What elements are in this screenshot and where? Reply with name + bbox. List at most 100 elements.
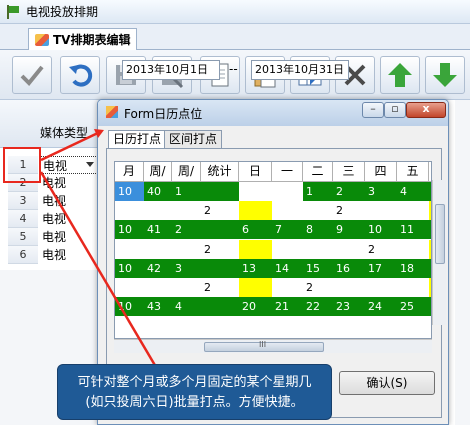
calendar-cell[interactable] — [397, 278, 429, 297]
calendar-cell[interactable] — [333, 239, 365, 259]
calendar-cell[interactable]: 23 — [333, 297, 365, 317]
calendar-cell[interactable]: 15 — [303, 258, 333, 278]
calendar-cell[interactable]: 2 — [365, 239, 397, 259]
calendar-cell[interactable]: 14 — [272, 258, 303, 278]
calendar-cell[interactable]: 25 — [397, 297, 429, 317]
dropdown-arrow-icon[interactable] — [86, 162, 94, 167]
end-date-input[interactable]: 2013年10月31日 — [251, 60, 349, 80]
calendar-cell[interactable] — [115, 278, 144, 297]
calendar-cell[interactable]: 40 — [144, 182, 172, 201]
calendar-cell[interactable]: 10 — [365, 220, 397, 240]
calendar-cell[interactable] — [333, 278, 365, 297]
calendar-cell[interactable] — [201, 220, 239, 240]
calendar-cell[interactable]: 4 — [172, 297, 201, 317]
calendar-cell[interactable] — [303, 239, 333, 259]
calendar-cell[interactable] — [172, 201, 201, 221]
media-type-cell[interactable]: 电视 — [40, 192, 100, 210]
calendar-cell[interactable]: 17 — [365, 258, 397, 278]
calendar-cell[interactable]: 22 — [303, 297, 333, 317]
calendar-cell[interactable] — [272, 278, 303, 297]
calendar-cell[interactable]: 10 — [115, 297, 144, 317]
calendar-cell[interactable] — [239, 278, 272, 297]
calendar-cell[interactable]: 10 — [115, 182, 144, 201]
table-row[interactable]: 3 电视 — [0, 192, 100, 210]
table-row[interactable]: 6 电视 — [0, 246, 100, 264]
calendar-cell[interactable]: 10 — [115, 220, 144, 240]
calendar-cell[interactable] — [239, 239, 272, 259]
calendar-cell[interactable]: 11 — [397, 220, 429, 240]
calendar-cell[interactable]: 4 — [397, 182, 429, 201]
calendar-horizontal-scrollbar[interactable]: III — [114, 339, 432, 353]
calendar-cell[interactable] — [272, 239, 303, 259]
confirm-button[interactable] — [12, 56, 52, 94]
calendar-cell[interactable]: 2 — [333, 182, 365, 201]
tab-calendar-points[interactable]: 日历打点 — [108, 130, 167, 149]
tab-tv-schedule-edit[interactable]: TV排期表编辑 — [28, 28, 138, 50]
calendar-cell[interactable] — [201, 297, 239, 317]
media-type-cell[interactable]: 电视 — [40, 228, 100, 246]
undo-button[interactable] — [60, 56, 100, 94]
calendar-cell[interactable]: 8 — [303, 220, 333, 240]
calendar-cell[interactable] — [272, 182, 303, 201]
calendar-cell[interactable]: 1 — [303, 182, 333, 201]
calendar-cell[interactable] — [365, 278, 397, 297]
start-date-input[interactable]: 2013年10月1日 — [122, 60, 220, 80]
media-type-cell[interactable]: 电视 — [40, 246, 100, 264]
close-button[interactable]: x — [406, 102, 446, 118]
calendar-cell[interactable] — [239, 182, 272, 201]
row-number[interactable]: 3 — [8, 192, 38, 210]
calendar-cell[interactable] — [303, 201, 333, 221]
calendar-cell[interactable] — [144, 201, 172, 221]
calendar-cell[interactable]: 6 — [239, 220, 272, 240]
table-row[interactable]: 5 电视 — [0, 228, 100, 246]
calendar-cell[interactable]: 2 — [303, 278, 333, 297]
calendar-cell[interactable] — [115, 201, 144, 221]
calendar-cell[interactable]: 2 — [333, 201, 365, 221]
calendar-cell[interactable] — [115, 239, 144, 259]
calendar-cell[interactable] — [397, 239, 429, 259]
calendar-cell[interactable]: 20 — [239, 297, 272, 317]
calendar-cell[interactable] — [144, 278, 172, 297]
media-type-cell[interactable]: 电视 — [40, 174, 100, 192]
calendar-cell[interactable]: 2 — [201, 239, 239, 259]
calendar-cell[interactable]: 9 — [333, 220, 365, 240]
scroll-thumb[interactable] — [435, 204, 445, 264]
minimize-button[interactable]: – — [362, 102, 384, 118]
row-number[interactable]: 4 — [8, 210, 38, 228]
calendar-cell[interactable]: 3 — [365, 182, 397, 201]
move-down-button[interactable] — [425, 56, 465, 94]
table-row[interactable]: 4 电视 — [0, 210, 100, 228]
calendar-cell[interactable]: 10 — [115, 258, 144, 278]
calendar-cell[interactable]: 42 — [144, 258, 172, 278]
move-up-button[interactable] — [380, 56, 420, 94]
calendar-cell[interactable] — [144, 239, 172, 259]
calendar-cell[interactable]: 1 — [172, 182, 201, 201]
calendar-cell[interactable] — [239, 201, 272, 221]
calendar-cell[interactable]: 18 — [397, 258, 429, 278]
calendar-cell[interactable] — [272, 201, 303, 221]
calendar-cell[interactable] — [172, 239, 201, 259]
calendar-cell[interactable]: 16 — [333, 258, 365, 278]
calendar-cell[interactable]: 2 — [172, 220, 201, 240]
calendar-cell[interactable]: 2 — [201, 278, 239, 297]
calendar-cell[interactable]: 13 — [239, 258, 272, 278]
calendar-cell[interactable] — [397, 201, 429, 221]
calendar-vertical-scrollbar[interactable] — [432, 180, 446, 325]
calendar-cell[interactable] — [172, 278, 201, 297]
calendar-cell[interactable]: 3 — [172, 258, 201, 278]
calendar-cell[interactable]: 7 — [272, 220, 303, 240]
row-number[interactable]: 6 — [8, 246, 38, 264]
tab-range-points[interactable]: 区间打点 — [164, 130, 223, 148]
calendar-cell[interactable]: 24 — [365, 297, 397, 317]
maximize-button[interactable]: ▫ — [384, 102, 406, 118]
row-number[interactable]: 5 — [8, 228, 38, 246]
calendar-cell[interactable]: 2 — [201, 201, 239, 221]
calendar-cell[interactable] — [201, 182, 239, 201]
calendar-cell[interactable] — [365, 201, 397, 221]
calendar-cell[interactable] — [201, 258, 239, 278]
calendar-cell[interactable]: 21 — [272, 297, 303, 317]
calendar-cell[interactable]: 41 — [144, 220, 172, 240]
confirm-button[interactable]: 确认(S) — [339, 371, 435, 395]
calendar-cell[interactable]: 43 — [144, 297, 172, 317]
media-type-cell[interactable]: 电视 — [40, 210, 100, 228]
